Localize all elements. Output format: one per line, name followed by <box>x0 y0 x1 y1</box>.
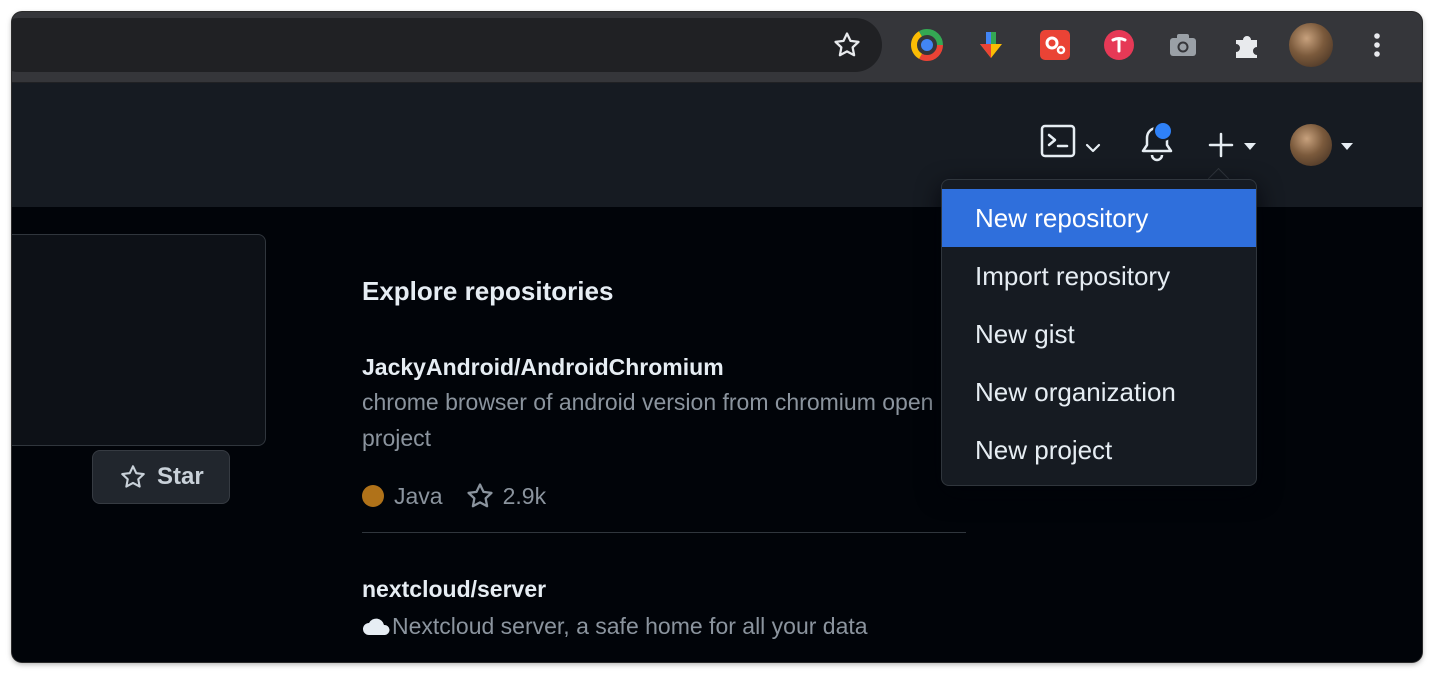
caret-down-icon[interactable] <box>1242 141 1258 151</box>
command-palette-icon[interactable] <box>1040 124 1076 158</box>
bookmark-star-icon[interactable] <box>832 30 862 60</box>
menu-item-import-repository[interactable]: Import repository <box>942 247 1256 305</box>
menu-item-new-project[interactable]: New project <box>942 421 1256 479</box>
star-button[interactable]: Star <box>92 450 230 504</box>
repo-card <box>12 234 266 446</box>
repo-description: chrome browser of android version from c… <box>362 389 934 451</box>
star-icon <box>121 465 145 488</box>
puzzle-extensions-icon[interactable] <box>1231 29 1263 61</box>
chevron-down-icon[interactable] <box>1084 142 1102 154</box>
camera-extension-icon[interactable] <box>1167 29 1199 61</box>
repo-language: Java <box>394 482 443 509</box>
address-bar[interactable] <box>12 18 882 72</box>
red-gear-extension-icon[interactable] <box>1039 29 1071 61</box>
browser-toolbar <box>12 12 1422 83</box>
cloud-icon <box>363 618 390 635</box>
repo-link[interactable]: JackyAndroid/AndroidChromium <box>362 354 724 381</box>
language-color-dot <box>362 485 384 507</box>
create-new-dropdown: New repository Import repository New gis… <box>941 179 1257 486</box>
chrome-extension-icon[interactable] <box>911 29 943 61</box>
notification-indicator <box>1153 121 1173 141</box>
explore-title: Explore repositories <box>362 276 614 306</box>
create-new-plus-icon[interactable] <box>1208 132 1234 158</box>
repo-link[interactable]: nextcloud/server <box>362 576 546 603</box>
user-avatar[interactable] <box>1290 124 1332 166</box>
repo-star-count: 2.9k <box>502 482 547 509</box>
browser-window: Star Explore repositories JackyAndroid/A… <box>12 12 1422 662</box>
menu-item-new-gist[interactable]: New gist <box>942 305 1256 363</box>
avatar-caret-down-icon[interactable] <box>1339 141 1355 151</box>
star-icon <box>466 483 493 508</box>
kebab-menu-icon[interactable] <box>1361 29 1393 61</box>
star-button-label: Star <box>157 463 204 490</box>
divider <box>362 532 966 533</box>
menu-item-new-organization[interactable]: New organization <box>942 363 1256 421</box>
repo-description-row: Nextcloud server, a safe home for all yo… <box>362 608 952 644</box>
download-arrow-icon[interactable] <box>975 29 1007 61</box>
repo-meta: Java 2.9k <box>362 481 546 511</box>
profile-avatar[interactable] <box>1289 23 1333 67</box>
repo-stars[interactable]: 2.9k <box>465 481 546 511</box>
repo-description: Nextcloud server, a safe home for all yo… <box>392 613 868 639</box>
menu-item-new-repository[interactable]: New repository <box>942 189 1256 247</box>
pink-extension-icon[interactable] <box>1103 29 1135 61</box>
